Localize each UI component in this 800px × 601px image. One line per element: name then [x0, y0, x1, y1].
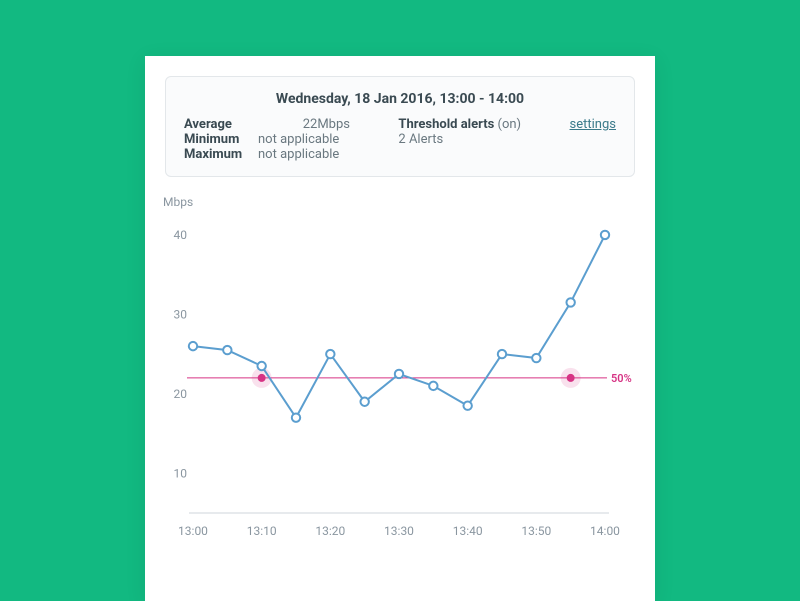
x-tick-label: 13:40	[453, 524, 483, 538]
y-tick-label: 10	[174, 466, 188, 480]
alerts-count: 2 Alerts	[398, 132, 521, 147]
stats-card: Wednesday, 18 Jan 2016, 13:00 - 14:00 Av…	[145, 56, 655, 601]
stat-label: Maximum	[184, 147, 258, 162]
data-point	[257, 362, 265, 370]
x-tick-label: 13:50	[521, 524, 551, 538]
chart-container: Mbps 10 20 30 40 13:00 13:10 13:20 13:30 13:40 13…	[165, 195, 635, 553]
alert-dot-icon	[258, 374, 266, 382]
data-point	[429, 382, 437, 390]
x-tick-label: 13:20	[315, 524, 345, 538]
data-point	[326, 350, 334, 358]
x-tick-label: 13:00	[178, 524, 208, 538]
summary-grid: Average 22Mbps Minimum not applicable Ma…	[184, 117, 616, 162]
settings-block: settings	[570, 117, 616, 162]
stat-minimum: Minimum not applicable	[184, 132, 350, 147]
alerts-label: Threshold alerts	[398, 117, 494, 132]
stat-maximum: Maximum not applicable	[184, 147, 350, 162]
stat-value: 22Mbps	[258, 117, 350, 132]
summary-panel: Wednesday, 18 Jan 2016, 13:00 - 14:00 Av…	[165, 76, 635, 177]
stats-block: Average 22Mbps Minimum not applicable Ma…	[184, 117, 350, 162]
data-point	[532, 354, 540, 362]
line-chart: 10 20 30 40 13:00 13:10 13:20 13:30 13:40 13:50 14…	[165, 213, 635, 553]
y-tick-label: 40	[174, 228, 188, 242]
data-point	[395, 370, 403, 378]
data-point	[223, 346, 231, 354]
x-tick-label: 13:30	[384, 524, 414, 538]
data-point	[463, 402, 471, 410]
x-tick-label: 14:00	[590, 524, 620, 538]
data-point	[292, 413, 300, 421]
stat-label: Average	[184, 117, 258, 132]
alerts-block: Threshold alerts (on) 2 Alerts	[398, 117, 521, 162]
settings-link[interactable]: settings	[570, 117, 616, 132]
data-point	[360, 398, 368, 406]
stat-average: Average 22Mbps	[184, 117, 350, 132]
data-line	[193, 235, 605, 418]
x-tick-label: 13:10	[247, 524, 277, 538]
y-tick-label: 30	[174, 307, 188, 321]
stat-label: Minimum	[184, 132, 258, 147]
alerts-status: Threshold alerts (on)	[398, 117, 521, 132]
data-point	[601, 231, 609, 239]
threshold-label: 50%	[611, 372, 632, 385]
y-axis-label: Mbps	[163, 195, 635, 209]
data-point	[566, 298, 574, 306]
summary-title: Wednesday, 18 Jan 2016, 13:00 - 14:00	[184, 91, 616, 107]
stat-value: not applicable	[258, 132, 339, 147]
data-point	[498, 350, 506, 358]
y-tick-label: 20	[174, 387, 188, 401]
alerts-state: (on)	[498, 117, 522, 132]
data-point	[189, 342, 197, 350]
stat-value: not applicable	[258, 147, 339, 162]
alert-dot-icon	[567, 374, 575, 382]
